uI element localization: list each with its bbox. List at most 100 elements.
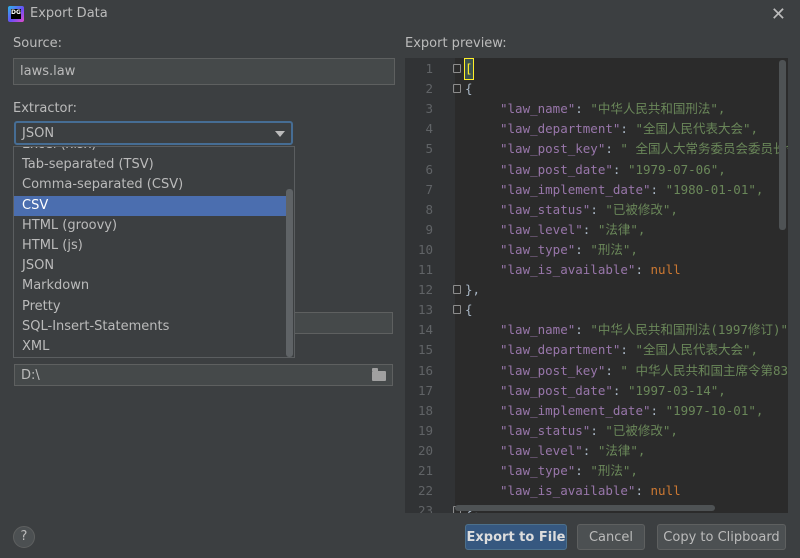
dropdown-item-tsv[interactable]: Tab-separated (TSV) bbox=[14, 155, 286, 175]
line-number: 12 bbox=[417, 282, 433, 298]
extractor-label: Extractor: bbox=[13, 101, 78, 116]
json-value: "法律", bbox=[597, 442, 646, 458]
fold-marker-icon[interactable] bbox=[453, 84, 461, 94]
json-value: "中华人民共和国刑法", bbox=[590, 101, 726, 117]
json-key: "law_type" bbox=[500, 241, 576, 257]
line-number: 17 bbox=[417, 382, 433, 398]
json-value: "1997-10-01", bbox=[665, 402, 764, 418]
source-value: laws.law bbox=[20, 64, 76, 79]
json-property: "law_department": "全国人民代表大会", bbox=[500, 121, 759, 137]
line-number: 18 bbox=[417, 402, 433, 418]
close-icon[interactable]: ✕ bbox=[771, 4, 786, 25]
json-property: "law_is_available": null bbox=[500, 483, 681, 499]
json-property: "law_type": "刑法", bbox=[500, 463, 638, 478]
json-bracket: [ bbox=[464, 58, 474, 80]
json-key: "law_department" bbox=[500, 121, 621, 137]
line-number: 23 bbox=[417, 503, 433, 513]
code-line: 10 "law_type": "刑法", bbox=[405, 240, 788, 260]
json-key: "law_is_available" bbox=[500, 262, 636, 277]
json-value: "全国人民代表大会", bbox=[635, 121, 759, 137]
json-property: "law_name": "中华人民共和国刑法(1997修订)", bbox=[500, 320, 788, 340]
line-number: 22 bbox=[417, 483, 433, 499]
json-property: "law_post_date": "1997-03-14", bbox=[500, 382, 726, 398]
json-key: "law_department" bbox=[500, 342, 621, 358]
code-line: 11 "law_is_available": null bbox=[405, 260, 788, 280]
extractor-dropdown-list: Excel (xlsx) Tab-separated (TSV) Comma-s… bbox=[13, 146, 295, 358]
code-line: 3 "law_name": "中华人民共和国刑法", bbox=[405, 99, 788, 119]
extractor-combobox[interactable]: JSON bbox=[14, 121, 293, 145]
horizontal-scrollbar[interactable] bbox=[455, 505, 715, 511]
json-property: "law_post_date": "1979-07-06", bbox=[500, 161, 726, 177]
json-value: " 中华人民共和国主席令第83号 bbox=[620, 362, 788, 378]
output-directory-field[interactable]: D:\ bbox=[14, 364, 393, 386]
json-property: "law_status": "已被修改", bbox=[500, 422, 678, 438]
dropdown-item-comma-csv[interactable]: Comma-separated (CSV) bbox=[14, 175, 286, 195]
line-number: 11 bbox=[417, 262, 433, 277]
code-line: 19 "law_status": "已被修改", bbox=[405, 421, 788, 441]
json-bracket: { bbox=[465, 302, 473, 318]
json-bracket: }, bbox=[465, 282, 481, 298]
json-key: "law_level" bbox=[500, 442, 583, 458]
source-field[interactable]: laws.law bbox=[13, 58, 395, 85]
dropdown-item-html-groovy[interactable]: HTML (groovy) bbox=[14, 216, 286, 236]
code-line: 7 "law_implement_date": "1980-01-01", bbox=[405, 180, 788, 200]
dropdown-item-markdown[interactable]: Markdown bbox=[14, 276, 286, 296]
line-number: 4 bbox=[425, 121, 433, 137]
json-key: "law_post_date" bbox=[500, 382, 613, 398]
json-key: "law_name" bbox=[500, 322, 576, 338]
json-property: "law_type": "刑法", bbox=[500, 241, 638, 257]
export-to-file-button[interactable]: Export to File bbox=[465, 524, 567, 550]
dropdown-item-excel[interactable]: Excel (xlsx) bbox=[14, 147, 286, 155]
dropdown-item-xml[interactable]: XML bbox=[14, 337, 286, 357]
dropdown-item-pretty[interactable]: Pretty bbox=[14, 297, 286, 317]
json-property: "law_implement_date": "1997-10-01", bbox=[500, 402, 764, 418]
line-number: 9 bbox=[425, 221, 433, 237]
json-key: "law_post_key" bbox=[500, 362, 606, 378]
json-value: "已被修改", bbox=[605, 201, 678, 217]
json-value: null bbox=[650, 483, 681, 499]
help-button[interactable]: ? bbox=[13, 526, 35, 548]
dropdown-item-html-js[interactable]: HTML (js) bbox=[14, 236, 286, 256]
code-line: 13 { bbox=[405, 300, 788, 320]
code-line: 22 "law_is_available": null bbox=[405, 481, 788, 501]
chevron-down-icon[interactable] bbox=[275, 131, 285, 137]
json-key: "law_type" bbox=[500, 463, 576, 478]
json-value: "全国人民代表大会", bbox=[635, 342, 759, 358]
json-value: "中华人民共和国刑法(1997修订)", bbox=[590, 322, 788, 338]
line-number: 14 bbox=[417, 322, 433, 338]
code-line: 12 }, bbox=[405, 280, 788, 300]
code-line: 16 "law_post_key": " 中华人民共和国主席令第83号 bbox=[405, 361, 788, 381]
code-line: 8 "law_status": "已被修改", bbox=[405, 200, 788, 220]
dropdown-item-json[interactable]: JSON bbox=[14, 256, 286, 276]
code-line: 21 "law_type": "刑法", bbox=[405, 461, 788, 481]
json-value: null bbox=[650, 262, 681, 277]
line-number: 6 bbox=[425, 161, 433, 177]
source-label: Source: bbox=[13, 36, 63, 51]
datagrip-icon: DG bbox=[8, 6, 24, 22]
line-number: 1 bbox=[425, 61, 433, 76]
fold-marker-icon[interactable] bbox=[453, 305, 461, 315]
json-value: "法律", bbox=[597, 221, 646, 237]
code-line: 1[ bbox=[405, 58, 788, 80]
export-preview[interactable]: 1[2 {3 "law_name": "中华人民共和国刑法", 4 "law_depa… bbox=[405, 58, 788, 513]
dropdown-scrollbar[interactable] bbox=[286, 189, 293, 357]
copy-to-clipboard-button[interactable]: Copy to Clipboard bbox=[657, 524, 786, 550]
json-key: "law_level" bbox=[500, 221, 583, 237]
line-number: 10 bbox=[417, 241, 433, 257]
json-key: "law_implement_date" bbox=[500, 181, 651, 197]
vertical-scrollbar[interactable] bbox=[779, 60, 786, 230]
json-key: "law_is_available" bbox=[500, 483, 636, 499]
json-property: "law_level": "法律", bbox=[500, 221, 646, 237]
fold-marker-icon[interactable] bbox=[453, 64, 461, 73]
dropdown-item-sql-insert[interactable]: SQL-Insert-Statements bbox=[14, 317, 286, 337]
line-number: 8 bbox=[425, 201, 433, 217]
dropdown-item-csv[interactable]: CSV bbox=[14, 195, 286, 216]
cancel-button[interactable]: Cancel bbox=[577, 524, 645, 550]
code-line: 15 "law_department": "全国人民代表大会", bbox=[405, 340, 788, 360]
folder-icon[interactable] bbox=[372, 368, 386, 381]
json-property: "law_is_available": null bbox=[500, 262, 681, 277]
window-title: Export Data bbox=[30, 6, 108, 21]
extractor-selected: JSON bbox=[22, 125, 55, 141]
fold-marker-icon[interactable] bbox=[453, 285, 461, 295]
line-number: 16 bbox=[417, 362, 433, 378]
